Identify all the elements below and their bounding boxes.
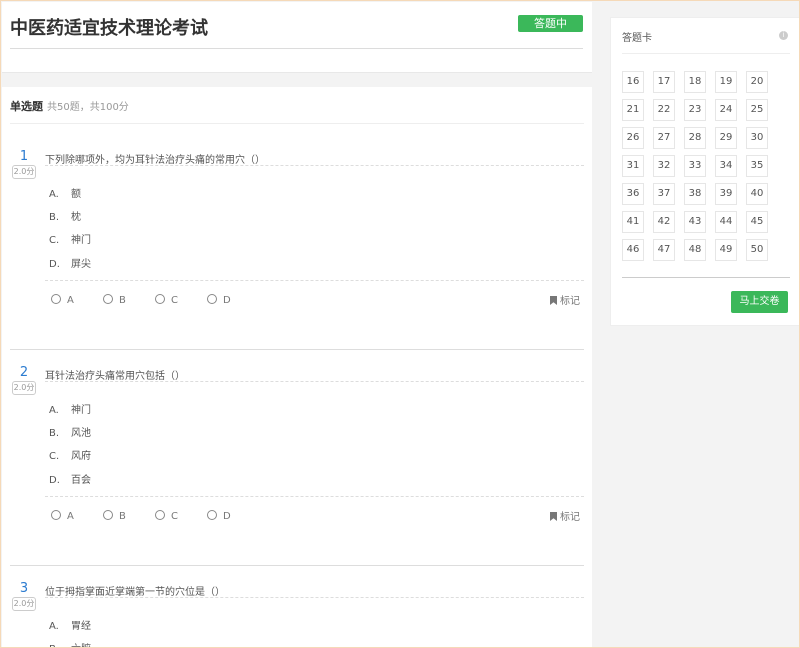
- radio-icon: [103, 294, 113, 304]
- header-divider: [10, 48, 583, 49]
- option-a: A. 神门: [49, 405, 91, 416]
- answer-card-number[interactable]: 20: [746, 71, 768, 93]
- exam-page: 中医药适宜技术理论考试 答题中 单选题 共50题，共100分 1 2.0分 下列除…: [0, 0, 800, 648]
- answer-card-number[interactable]: 32: [653, 155, 675, 177]
- submit-exam-button[interactable]: 马上交卷: [731, 291, 788, 313]
- section-header: 单选题 共50题，共100分: [10, 98, 129, 114]
- answer-card-title: 答题卡: [622, 33, 652, 44]
- answer-card-divider: [622, 53, 790, 54]
- radio-icon: [155, 510, 165, 520]
- answer-card-number[interactable]: 27: [653, 127, 675, 149]
- section-title: 单选题: [10, 100, 43, 113]
- section-subtitle: 共50题，共100分: [47, 102, 129, 113]
- exam-title: 中医药适宜技术理论考试: [10, 18, 208, 39]
- answer-radio-c[interactable]: C: [155, 510, 178, 522]
- question-number: 3: [19, 581, 29, 596]
- answer-card-number[interactable]: 34: [715, 155, 737, 177]
- option-d: D. 百会: [49, 475, 91, 486]
- radio-icon: [103, 510, 113, 520]
- answer-card-number[interactable]: 47: [653, 239, 675, 261]
- answer-card-number[interactable]: 43: [684, 211, 706, 233]
- answer-divider: [45, 496, 584, 497]
- answer-card-number[interactable]: 16: [622, 71, 644, 93]
- mark-button[interactable]: 标记: [550, 292, 580, 307]
- answer-radio-b[interactable]: B: [103, 510, 126, 522]
- question-text: 耳针法治疗头痛常用穴包括（）: [45, 371, 185, 382]
- option-b: B. 枕: [49, 212, 81, 223]
- question-text: 位于拇指掌面近掌端第一节的穴位是（）: [45, 587, 225, 598]
- option-a: A. 胃经: [49, 621, 91, 632]
- question-text: 下列除哪项外，均为耳针法治疗头痛的常用穴（）: [45, 155, 265, 166]
- answer-card-number[interactable]: 42: [653, 211, 675, 233]
- radio-icon: [51, 510, 61, 520]
- bookmark-icon: [550, 296, 557, 305]
- answer-radio-d[interactable]: D: [207, 510, 231, 522]
- answer-radio-a[interactable]: A: [51, 294, 74, 306]
- answer-radio-a[interactable]: A: [51, 510, 74, 522]
- option-d: D. 屏尖: [49, 259, 91, 270]
- option-c: C. 神门: [49, 235, 91, 246]
- answer-radio-b[interactable]: B: [103, 294, 126, 306]
- answer-radio-d[interactable]: D: [207, 294, 231, 306]
- answer-card-number[interactable]: 24: [715, 99, 737, 121]
- answer-card-number[interactable]: 35: [746, 155, 768, 177]
- answer-card-number[interactable]: 40: [746, 183, 768, 205]
- answer-card-number[interactable]: 21: [622, 99, 644, 121]
- answer-card-number[interactable]: 36: [622, 183, 644, 205]
- answer-card-number[interactable]: 25: [746, 99, 768, 121]
- answer-card-number[interactable]: 19: [715, 71, 737, 93]
- answer-card-number[interactable]: 26: [622, 127, 644, 149]
- option-c: C. 风府: [49, 451, 91, 462]
- question-separator: [10, 565, 584, 566]
- question-score: 2.0分: [12, 381, 36, 395]
- answer-card-number[interactable]: 45: [746, 211, 768, 233]
- answer-card-number[interactable]: 18: [684, 71, 706, 93]
- question-separator: [10, 349, 584, 350]
- question-panel[interactable]: 单选题 共50题，共100分 1 2.0分 下列除哪项外，均为耳针法治疗头痛的常用…: [2, 87, 592, 647]
- answer-card-number[interactable]: 48: [684, 239, 706, 261]
- answer-card-number[interactable]: 22: [653, 99, 675, 121]
- answer-card-footer-divider: [622, 277, 790, 278]
- question-divider: [45, 165, 584, 166]
- radio-icon: [51, 294, 61, 304]
- answer-card-number[interactable]: 44: [715, 211, 737, 233]
- option-a: A. 额: [49, 189, 81, 200]
- question-number: 1: [19, 149, 29, 164]
- answer-divider: [45, 280, 584, 281]
- answer-card-number[interactable]: 31: [622, 155, 644, 177]
- option-b: B. 风池: [49, 428, 91, 439]
- answer-card-number[interactable]: 33: [684, 155, 706, 177]
- answer-card-number[interactable]: 17: [653, 71, 675, 93]
- info-icon[interactable]: i: [779, 31, 788, 40]
- question-score: 2.0分: [12, 597, 36, 611]
- question-score: 2.0分: [12, 165, 36, 179]
- answer-card-number[interactable]: 38: [684, 183, 706, 205]
- bookmark-icon: [550, 512, 557, 521]
- mark-button[interactable]: 标记: [550, 508, 580, 523]
- answer-card-number[interactable]: 39: [715, 183, 737, 205]
- option-b: B.六腑: [49, 640, 91, 647]
- radio-icon: [207, 294, 217, 304]
- status-badge: 答题中: [518, 15, 583, 32]
- section-divider: [10, 123, 584, 124]
- exam-header: 中医药适宜技术理论考试 答题中: [2, 2, 592, 73]
- answer-card-number[interactable]: 28: [684, 127, 706, 149]
- answer-card-number[interactable]: 49: [715, 239, 737, 261]
- answer-card-number[interactable]: 46: [622, 239, 644, 261]
- radio-icon: [155, 294, 165, 304]
- answer-card-number[interactable]: 30: [746, 127, 768, 149]
- answer-card-number[interactable]: 50: [746, 239, 768, 261]
- answer-card-number[interactable]: 41: [622, 211, 644, 233]
- answer-radio-c[interactable]: C: [155, 294, 178, 306]
- answer-card: 答题卡 i 16 17 18 19 20 21 22 23 24 25 26 27 28 29 30 31 32…: [610, 17, 799, 326]
- answer-card-number[interactable]: 29: [715, 127, 737, 149]
- answer-card-number[interactable]: 23: [684, 99, 706, 121]
- answer-card-number[interactable]: 37: [653, 183, 675, 205]
- radio-icon: [207, 510, 217, 520]
- question-number: 2: [19, 365, 29, 380]
- question-divider: [45, 381, 584, 382]
- question-divider: [45, 597, 584, 598]
